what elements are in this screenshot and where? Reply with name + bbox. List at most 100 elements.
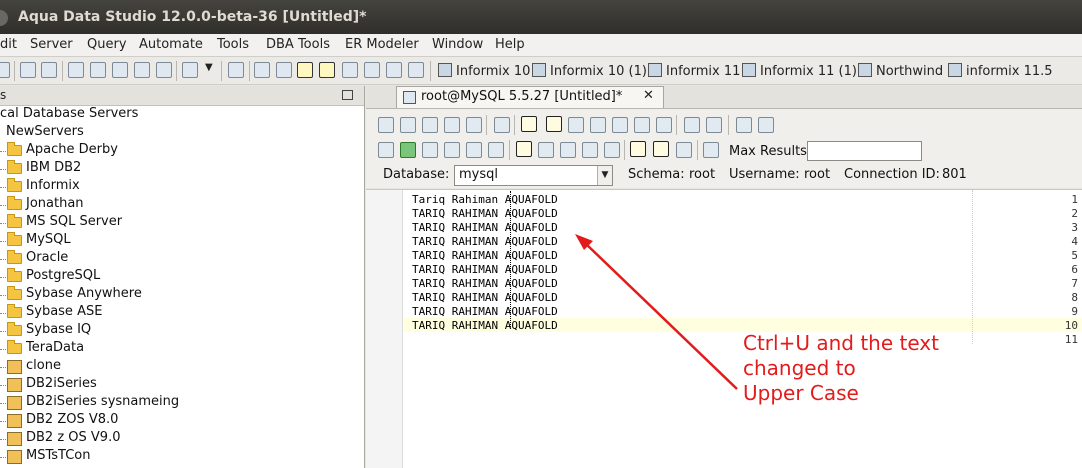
code-line[interactable]: Tariq Rahiman AQUAFOLD	[412, 193, 558, 206]
find-icon[interactable]	[684, 117, 700, 133]
close-tab-icon[interactable]: ✕	[643, 88, 654, 103]
main-toolbar: ▼ Informix 10 Informix 10 (1) Informix 1…	[0, 57, 1082, 85]
toolbar-separator	[249, 61, 250, 81]
line-number: 3	[1071, 221, 1078, 234]
explain-plan-icon[interactable]	[466, 142, 482, 158]
toolbar-separator	[176, 61, 177, 81]
query-analyzer-icon[interactable]	[90, 62, 106, 78]
layout-7-icon[interactable]	[386, 62, 402, 78]
replace-icon[interactable]	[706, 117, 722, 133]
line-number: 6	[1071, 263, 1078, 276]
layout-2-icon[interactable]	[276, 62, 292, 78]
tree-item-label: MySQL	[26, 232, 71, 247]
new-query-icon[interactable]	[378, 117, 394, 133]
layout-1-icon[interactable]	[254, 62, 270, 78]
layout-6-icon[interactable]	[364, 62, 380, 78]
menu-bar: dit Server Query Automate Tools DBA Tool…	[0, 34, 1082, 57]
code-line[interactable]: TARIQ RAHIMAN AQUAFOLD	[412, 319, 558, 332]
max-results-input[interactable]	[807, 141, 922, 161]
folder-icon	[7, 268, 22, 282]
paste-icon[interactable]	[612, 117, 628, 133]
results-grid-icon[interactable]	[630, 141, 646, 157]
connection-informix-11-5[interactable]: informix 11.5	[948, 63, 1053, 79]
chevron-down-icon[interactable]: ▼	[597, 166, 612, 185]
tree-connector	[0, 169, 6, 170]
connection-northwind[interactable]: Northwind	[858, 63, 943, 79]
copy-icon[interactable]	[590, 117, 606, 133]
execute-icon[interactable]	[400, 142, 416, 158]
register-server-icon[interactable]	[20, 62, 36, 78]
menu-dba-tools[interactable]: DBA Tools	[266, 37, 330, 52]
connection-informix-11-1[interactable]: Informix 11 (1)	[742, 63, 857, 79]
code-line[interactable]: TARIQ RAHIMAN AQUAFOLD	[412, 235, 558, 248]
history-icon[interactable]	[604, 142, 620, 158]
database-select[interactable]: mysql ▼	[454, 165, 613, 186]
code-line[interactable]: TARIQ RAHIMAN AQUAFOLD	[412, 263, 558, 276]
redo-icon[interactable]	[656, 117, 672, 133]
sql-editor[interactable]: 1 Tariq Rahiman AQUAFOLD 2 TARIQ RAHIMAN AQ…	[366, 189, 1082, 468]
code-line[interactable]: TARIQ RAHIMAN AQUAFOLD	[412, 277, 558, 290]
menu-er-modeler[interactable]: ER Modeler	[345, 37, 419, 52]
menu-query[interactable]: Query	[87, 37, 127, 52]
restore-icon[interactable]	[342, 90, 353, 100]
open-icon[interactable]	[400, 117, 416, 133]
script-icon[interactable]	[182, 62, 198, 78]
layout-5-icon[interactable]	[342, 62, 358, 78]
parameters-icon[interactable]	[703, 142, 719, 158]
stop-icon[interactable]	[488, 142, 504, 158]
connection-informix-10-1[interactable]: Informix 10 (1)	[532, 63, 647, 79]
table-data-editor-icon[interactable]	[156, 62, 172, 78]
tree-connector	[0, 421, 6, 422]
tab-query-window[interactable]: root@MySQL 5.5.27 [Untitled]* ✕	[396, 86, 664, 108]
transaction-icon[interactable]	[582, 142, 598, 158]
print-icon[interactable]	[494, 117, 510, 133]
menu-help[interactable]: Help	[495, 37, 525, 52]
server-icon	[7, 414, 22, 428]
code-line[interactable]: TARIQ RAHIMAN AQUAFOLD	[412, 305, 558, 318]
layout-3-icon[interactable]	[297, 62, 313, 78]
query-window-icon[interactable]	[68, 62, 84, 78]
er-diagram-icon[interactable]	[134, 62, 150, 78]
auto-commit-icon[interactable]	[516, 141, 532, 157]
compare-icon[interactable]	[228, 62, 244, 78]
save-icon[interactable]	[422, 117, 438, 133]
rollback-icon[interactable]	[560, 142, 576, 158]
menu-server[interactable]: Server	[30, 37, 73, 52]
execution-monitor-icon[interactable]	[112, 62, 128, 78]
page-view-icon[interactable]	[521, 116, 537, 132]
menu-automate[interactable]: Automate	[139, 37, 203, 52]
column-selection-marker	[510, 191, 511, 329]
server-properties-icon[interactable]	[41, 62, 57, 78]
new-icon[interactable]	[0, 62, 10, 78]
format-icon[interactable]	[736, 117, 752, 133]
dropdown-arrow-icon[interactable]: ▼	[205, 62, 213, 73]
undo-icon[interactable]	[634, 117, 650, 133]
execute-current-icon[interactable]	[422, 142, 438, 158]
explain-icon[interactable]	[444, 142, 460, 158]
server-icon	[7, 360, 22, 374]
select-icon[interactable]	[546, 116, 562, 132]
code-line[interactable]: TARIQ RAHIMAN AQUAFOLD	[412, 291, 558, 304]
layout-4-icon[interactable]	[319, 62, 335, 78]
code-line[interactable]: TARIQ RAHIMAN AQUAFOLD	[412, 221, 558, 234]
save-all-icon[interactable]	[466, 117, 482, 133]
close-window-icon[interactable]	[0, 10, 8, 26]
tree-item-label: DB2 z OS V9.0	[26, 430, 121, 445]
code-line[interactable]: TARIQ RAHIMAN AQUAFOLD	[412, 249, 558, 262]
cut-icon[interactable]	[568, 117, 584, 133]
menu-edit[interactable]: dit	[0, 37, 17, 52]
connection-informix-11[interactable]: Informix 11	[648, 63, 740, 79]
results-text-icon[interactable]	[653, 141, 669, 157]
code-line[interactable]: TARIQ RAHIMAN AQUAFOLD	[412, 207, 558, 220]
unformat-icon[interactable]	[758, 117, 774, 133]
layout-8-icon[interactable]	[408, 62, 424, 78]
commit-icon[interactable]	[538, 142, 554, 158]
toolbar-separator	[676, 115, 677, 135]
save-as-icon[interactable]	[444, 117, 460, 133]
toolbar-separator	[430, 61, 431, 81]
results-pivot-icon[interactable]	[676, 142, 692, 158]
menu-tools[interactable]: Tools	[217, 37, 249, 52]
connection-informix-10[interactable]: Informix 10	[438, 63, 530, 79]
menu-window[interactable]: Window	[432, 37, 483, 52]
execute-all-icon[interactable]	[378, 142, 394, 158]
